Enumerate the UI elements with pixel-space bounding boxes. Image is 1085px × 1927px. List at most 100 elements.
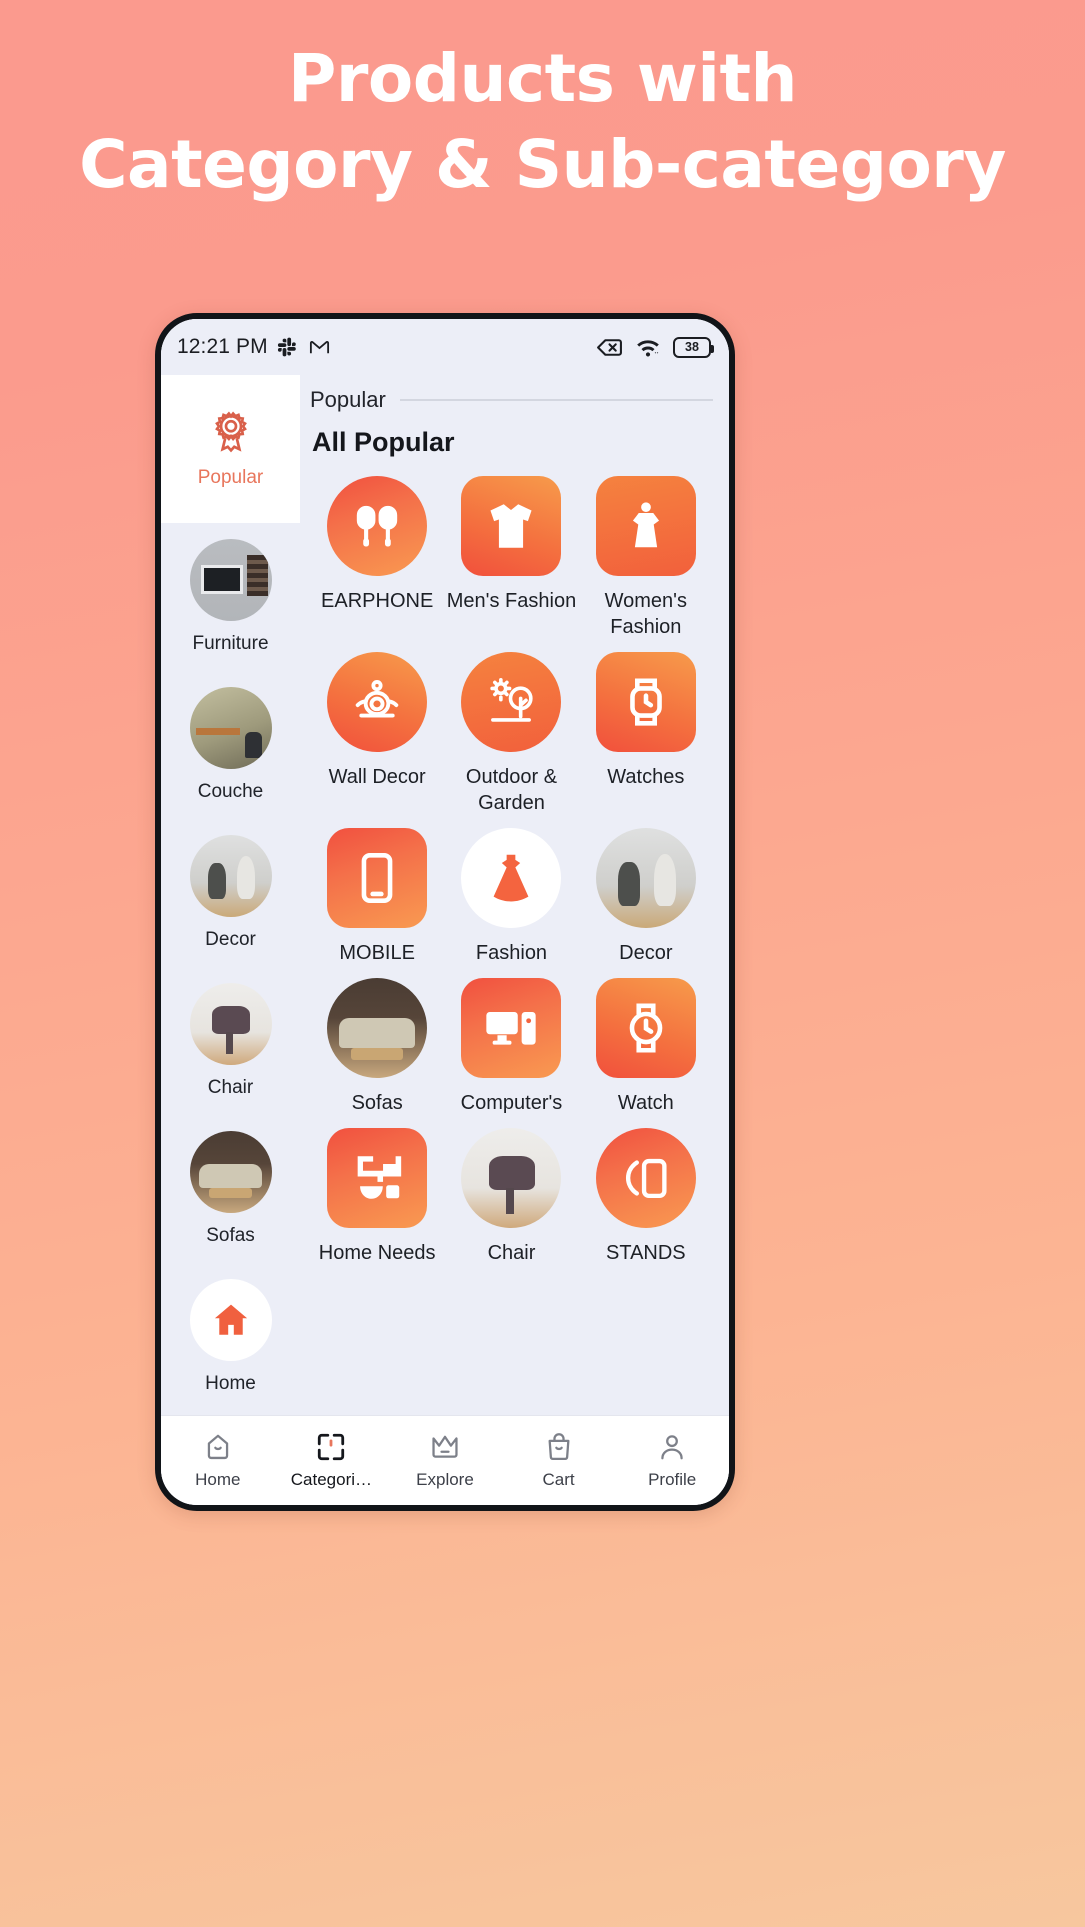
grid-item-label: Wall Decor [328, 766, 426, 788]
grid-item-label: EARPHONE [321, 590, 434, 612]
grid-item-stands[interactable]: STANDS [579, 1128, 713, 1266]
home-outline-icon [202, 1431, 234, 1463]
grid-item-decor[interactable]: Decor [579, 828, 713, 966]
sidebar-item-popular[interactable]: Popular [161, 375, 300, 523]
sidebar-item-couche[interactable]: Couche [161, 671, 300, 819]
sidebar-item-sofas[interactable]: Sofas [161, 1115, 300, 1263]
nav-item-label: Home [195, 1470, 241, 1489]
nav-item-label: Explore [416, 1470, 474, 1489]
grid-item-wall-decor[interactable]: Wall Decor [310, 652, 444, 816]
grid-item-label: Decor [619, 942, 673, 964]
mixer-icon [327, 1128, 428, 1228]
sidebar-item-furniture[interactable]: Furniture [161, 523, 300, 671]
nav-item-label: Categori… [290, 1470, 373, 1489]
category-thumbnail [189, 687, 272, 769]
award-badge-icon [208, 409, 254, 455]
hero-heading: Products with Category & Sub-category [0, 36, 1085, 208]
grid-item-mobile[interactable]: MOBILE [310, 828, 444, 966]
crown-icon [429, 1431, 461, 1463]
nav-item-label: Cart [542, 1470, 575, 1489]
grid-item-label: STANDS [606, 1242, 686, 1264]
chair-photo [461, 1128, 562, 1228]
grid-item-mens-fashion[interactable]: Men's Fashion [444, 476, 578, 640]
nav-item-label: Profile [648, 1470, 697, 1489]
nav-item-explore[interactable]: Explore [388, 1431, 502, 1490]
lotus-icon [327, 652, 428, 752]
stand-icon [595, 1128, 696, 1228]
battery-indicator: 38 [673, 336, 714, 358]
grid-item-label: Women's Fashion [604, 590, 687, 638]
page-title: All Popular [312, 427, 455, 457]
sidebar-item-chair[interactable]: Chair [161, 967, 300, 1115]
grid-item-label: Men's Fashion [446, 590, 577, 612]
product-category-grid: EARPHONE Men's Fashion Women's Fashion W… [310, 476, 713, 1266]
sidebar-item-home[interactable]: Home [161, 1263, 300, 1411]
breadcrumb: Popular [310, 375, 713, 415]
grid-item-chair[interactable]: Chair [444, 1128, 578, 1266]
grid-item-label: Outdoor & Garden [465, 766, 558, 814]
status-bar: 12:21 PM 38 [161, 319, 729, 375]
grid-item-label: Sofas [351, 1092, 403, 1114]
status-bar-left: 12:21 PM [177, 335, 331, 359]
breadcrumb-label: Popular [310, 387, 386, 412]
bottom-navigation: Home Categori… Explore Cart Profile [161, 1415, 729, 1505]
nav-item-categories[interactable]: Categori… [275, 1431, 389, 1490]
grid-item-label: Watches [607, 766, 685, 788]
grid-item-watches[interactable]: Watches [579, 652, 713, 816]
phone-screen: 12:21 PM 38 Popular Furniture Couche Dec… [161, 319, 729, 1505]
sidebar-item-label: Furniture [192, 633, 269, 654]
watch-icon [595, 652, 696, 752]
grid-item-label: Fashion [475, 942, 548, 964]
main-panel: Popular All Popular EARPHONE Men's Fashi… [300, 375, 729, 1415]
sidebar-item-label: Couche [197, 781, 264, 802]
nav-item-profile[interactable]: Profile [615, 1431, 729, 1490]
shirt-icon [461, 476, 562, 576]
grid-item-outdoor-garden[interactable]: Outdoor & Garden [444, 652, 578, 816]
grid-item-label: MOBILE [339, 942, 415, 964]
sidebar-item-label: Sofas [206, 1225, 255, 1246]
wifi-icon [635, 337, 661, 358]
tree-sun-icon [461, 652, 562, 752]
grid-item-earphone[interactable]: EARPHONE [310, 476, 444, 640]
sidebar-item-label: Chair [207, 1077, 254, 1098]
sidebar-item-decor[interactable]: Decor [161, 819, 300, 967]
sidebar-item-label: Decor [205, 929, 256, 950]
mobile-icon [327, 828, 428, 928]
sidebar-item-label: Home [205, 1373, 256, 1394]
decor-photo [595, 828, 696, 928]
grid-item-label: Computer's [460, 1092, 563, 1114]
status-time: 12:21 PM [177, 335, 268, 358]
grid-item-computers[interactable]: Computer's [444, 978, 578, 1116]
grid-item-watch[interactable]: Watch [579, 978, 713, 1116]
hero-line-2: Category & Sub-category [79, 126, 1006, 203]
sidebar-item-label: Popular [197, 467, 264, 488]
watch-round-icon [595, 978, 696, 1078]
grid-item-label: Chair [487, 1242, 536, 1264]
nav-item-home[interactable]: Home [161, 1431, 275, 1490]
shopping-bag-icon [543, 1431, 575, 1463]
dress-flare-icon [461, 828, 562, 928]
no-sim-icon [596, 338, 623, 357]
person-icon [656, 1431, 688, 1463]
grid-item-fashion[interactable]: Fashion [444, 828, 578, 966]
home-icon [189, 1279, 272, 1361]
category-sidebar[interactable]: Popular Furniture Couche Decor Chair Sof [161, 375, 300, 1415]
category-thumbnail [189, 983, 272, 1065]
computer-icon [461, 978, 562, 1078]
status-bar-right: 38 [596, 336, 714, 358]
dress-icon [595, 476, 696, 576]
battery-level: 38 [685, 340, 699, 354]
grid-item-label: Home Needs [318, 1242, 436, 1264]
breadcrumb-divider [399, 399, 713, 401]
grid-item-sofas[interactable]: Sofas [310, 978, 444, 1116]
category-thumbnail [189, 539, 272, 621]
category-thumbnail [189, 835, 272, 917]
category-thumbnail [189, 1131, 272, 1213]
nav-item-cart[interactable]: Cart [502, 1431, 616, 1490]
categories-icon [315, 1431, 347, 1463]
gmail-icon [308, 336, 331, 359]
grid-item-home-needs[interactable]: Home Needs [310, 1128, 444, 1266]
slack-icon [277, 336, 299, 358]
grid-item-womens-fashion[interactable]: Women's Fashion [579, 476, 713, 640]
phone-frame: 12:21 PM 38 Popular Furniture Couche Dec… [155, 313, 735, 1511]
